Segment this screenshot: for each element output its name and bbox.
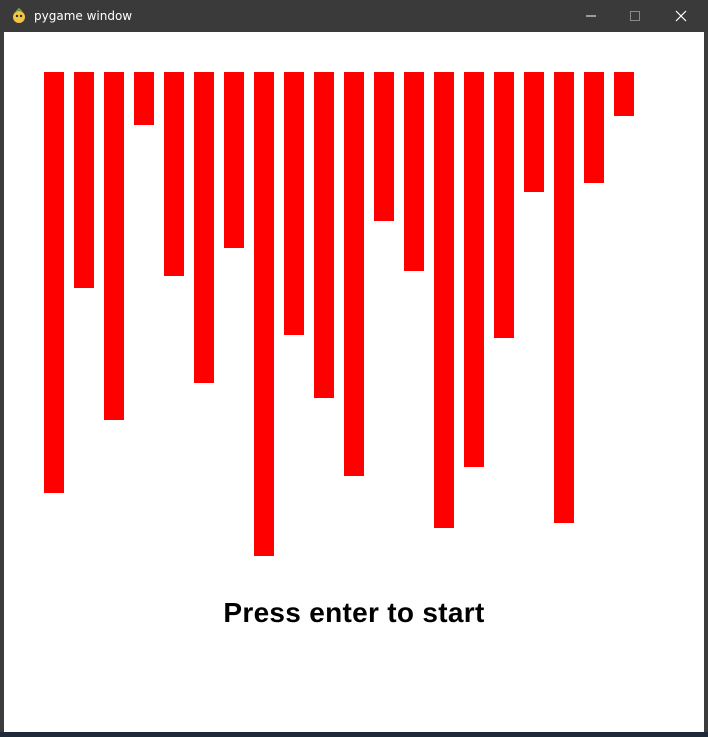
- bar-16: [494, 72, 514, 338]
- bar-3: [104, 72, 124, 420]
- bar-10: [314, 72, 334, 398]
- bar-4: [134, 72, 154, 125]
- taskbar-strip: [0, 732, 708, 737]
- bar-15: [464, 72, 484, 467]
- close-icon: [675, 10, 687, 22]
- bar-2: [74, 72, 94, 288]
- bar-14: [434, 72, 454, 528]
- maximize-icon: [630, 11, 640, 21]
- pygame-window: pygame window Press enter to start: [0, 0, 708, 737]
- bar-9: [284, 72, 304, 335]
- close-button[interactable]: [658, 0, 704, 32]
- start-prompt: Press enter to start: [223, 597, 485, 628]
- bar-13: [404, 72, 424, 271]
- bar-11: [344, 72, 364, 476]
- game-canvas[interactable]: Press enter to start: [4, 32, 704, 732]
- maximize-button[interactable]: [612, 0, 658, 32]
- bar-12: [374, 72, 394, 221]
- bar-5: [164, 72, 184, 276]
- pygame-snake-icon: [13, 8, 25, 23]
- title-bar[interactable]: pygame window: [0, 0, 708, 32]
- bar-19: [584, 72, 604, 183]
- bar-7: [224, 72, 244, 248]
- bar-1: [44, 72, 64, 493]
- bar-6: [194, 72, 214, 383]
- minimize-icon: [586, 15, 596, 17]
- bar-8: [254, 72, 274, 556]
- window-title: pygame window: [34, 9, 133, 23]
- bar-17: [524, 72, 544, 192]
- bar-20: [614, 72, 634, 116]
- bar-18: [554, 72, 574, 523]
- minimize-button[interactable]: [568, 0, 614, 32]
